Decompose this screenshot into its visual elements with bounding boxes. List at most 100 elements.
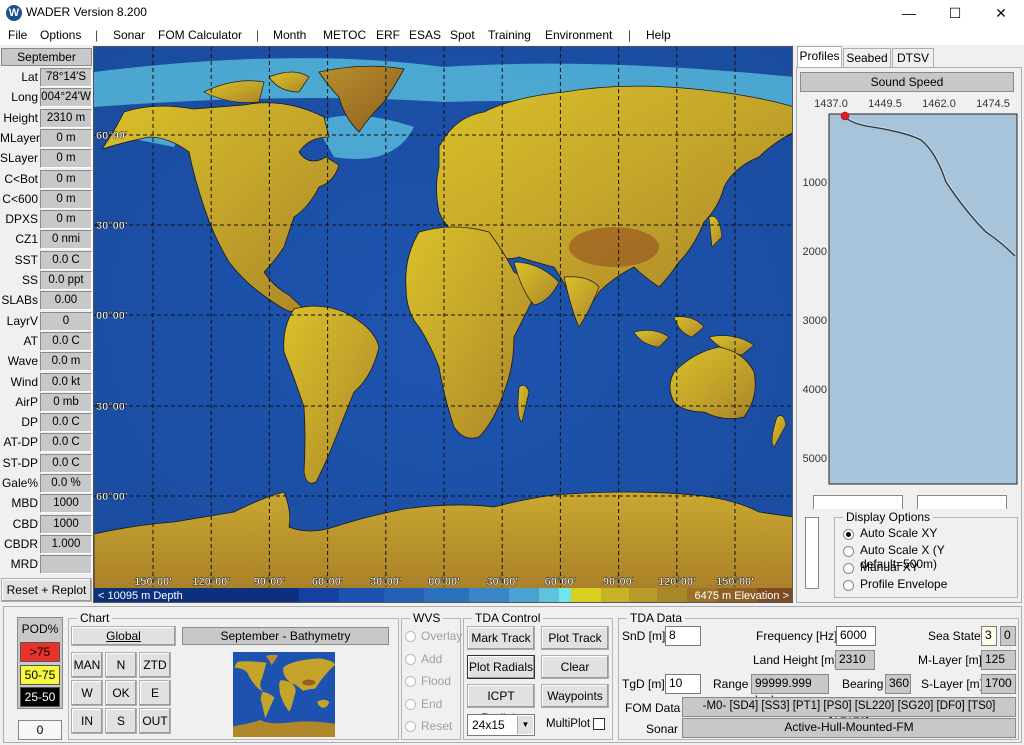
wvs-end-radio[interactable]	[405, 698, 416, 710]
sea-state-input[interactable]: 3	[981, 626, 997, 646]
menu-bar: File Options | Sonar FOM Calculator | Mo…	[0, 26, 1024, 45]
field-label: DP	[21, 415, 38, 430]
snd-input[interactable]: 8	[665, 626, 701, 646]
x-min-slider[interactable]	[813, 495, 903, 509]
north-button[interactable]: N	[105, 652, 137, 678]
menu-metoc[interactable]: METOC	[323, 28, 366, 42]
wvs-group-title: WVS	[410, 611, 444, 625]
map-canvas[interactable]: 60°00' 30°00' 00°00' 30°00' 60°00' 150°00' 12…	[94, 47, 793, 603]
west-button[interactable]: W	[71, 680, 103, 706]
elevation-legend-label: 6475 m Elevation >	[695, 590, 789, 602]
chart-group-title: Chart	[77, 611, 113, 625]
maximize-button[interactable]: ☐	[932, 0, 978, 26]
tab-profiles[interactable]: Profiles	[797, 46, 842, 68]
bathymetry-map[interactable]: 60°00' 30°00' 00°00' 30°00' 60°00' 150°00' 12…	[93, 46, 793, 603]
wvs-reset-radio[interactable]	[405, 721, 416, 732]
pod-title: POD%	[21, 622, 59, 636]
snd-label: SnD [m]	[622, 629, 666, 643]
close-button[interactable]: ✕	[978, 0, 1024, 26]
tab-dtsv[interactable]: DTSV	[892, 48, 934, 68]
longitude-labels: 150°00' 120°00' 90°00' 60°00' 30°00' 00°00' 30…	[134, 576, 754, 588]
longitude-label: 60°00'	[312, 576, 344, 588]
wvs-overlay-radio[interactable]	[405, 631, 416, 642]
wvs-add-radio[interactable]	[405, 653, 416, 665]
menu-sonar[interactable]: Sonar	[113, 28, 145, 42]
field-label: Gale%	[1, 476, 38, 490]
menu-help[interactable]: Help	[646, 28, 671, 42]
clear-button[interactable]: Clear	[541, 655, 609, 679]
profile-plot-area	[828, 113, 1018, 485]
field-label: SLayer	[0, 151, 39, 166]
field-label: CBDR	[3, 536, 38, 551]
depth-y-tick: 4000	[803, 384, 827, 396]
ok-button[interactable]: OK	[105, 680, 137, 706]
sound-speed-header: Sound Speed	[800, 72, 1014, 92]
sound-speed-x-tick: 1437.0	[814, 98, 848, 110]
mark-track-button[interactable]: Mark Track	[467, 626, 535, 650]
menu-training[interactable]: Training	[488, 28, 531, 42]
field-label: C<600	[2, 191, 38, 206]
field-label: AT-DP	[3, 435, 38, 450]
field-value: 0.0 ppt	[40, 271, 92, 290]
wvs-option-label: Add	[421, 651, 443, 666]
menu-month[interactable]: Month	[273, 28, 306, 42]
menu-fom-calculator[interactable]: FOM Calculator	[158, 28, 242, 42]
auto-scale-xy-radio[interactable]	[843, 529, 854, 540]
field-value: 0.0 C	[40, 331, 92, 351]
dropdown-arrow-icon[interactable]: ▼	[517, 716, 533, 734]
field-label: DPXS	[5, 212, 38, 227]
menu-file[interactable]: File	[8, 28, 27, 42]
profile-envelope-label: Profile Envelope	[860, 577, 948, 591]
minimize-button[interactable]: —	[886, 0, 932, 26]
global-button[interactable]: Global	[71, 626, 176, 646]
plot-radials-button[interactable]: Plot Radials	[467, 655, 535, 679]
profile-envelope-radio[interactable]	[843, 580, 854, 591]
auto-scale-x-radio[interactable]	[843, 546, 854, 557]
depth-y-tick: 5000	[803, 453, 827, 465]
field-value: 1000	[40, 514, 92, 534]
field-label: CZ1	[15, 232, 38, 247]
tgd-input[interactable]: 10	[665, 674, 701, 694]
field-label: MLayer	[0, 130, 41, 145]
field-label: Lat	[21, 70, 38, 84]
manual-xy-radio[interactable]	[843, 563, 854, 574]
y-scale-slider[interactable]	[805, 517, 819, 589]
icpt-radials-button[interactable]: ICPT Radials	[467, 684, 535, 725]
field-value: 78°14'S	[40, 68, 92, 87]
menu-erf[interactable]: ERF	[376, 28, 400, 42]
field-value: 0 m	[40, 210, 92, 230]
chart-thumbnail[interactable]	[233, 652, 335, 737]
x-max-slider[interactable]	[917, 495, 1007, 509]
title-bar: W WADER Version 8.200 — ☐ ✕	[0, 0, 1024, 26]
menu-separator: |	[256, 28, 260, 42]
man-button[interactable]: MAN	[71, 652, 103, 678]
frequency-input[interactable]: 6000	[836, 626, 876, 646]
longitude-label: 90°00'	[254, 576, 286, 588]
wvs-option-label: Overlay	[421, 629, 463, 643]
wvs-flood-radio[interactable]	[405, 676, 416, 687]
grid-size-select[interactable]: 24x15 ▼	[467, 714, 535, 736]
sea-state-label: Sea State	[928, 629, 981, 643]
bearing-label: Bearing	[842, 677, 884, 691]
menu-environment[interactable]: Environment	[545, 28, 612, 42]
multiplot-checkbox[interactable]	[593, 718, 605, 730]
east-button[interactable]: E	[139, 680, 171, 706]
plot-track-button[interactable]: Plot Track	[541, 626, 609, 650]
slayer-label: S-Layer [m]	[921, 677, 984, 691]
south-button[interactable]: S	[105, 708, 137, 734]
ztd-button[interactable]: ZTD	[139, 652, 171, 678]
wvs-option-label: Flood	[421, 674, 452, 688]
frequency-label: Frequency [Hz]	[756, 629, 838, 643]
depth-legend-label: < 10095 m Depth	[98, 590, 183, 602]
field-label: Wave	[7, 354, 38, 369]
waypoints-button[interactable]: Waypoints	[541, 684, 609, 708]
menu-options[interactable]: Options	[40, 28, 81, 42]
menu-spot[interactable]: Spot	[450, 28, 475, 42]
reset-replot-button[interactable]: Reset + Replot	[1, 578, 92, 602]
zoom-in-button[interactable]: IN	[71, 708, 103, 734]
tab-seabed[interactable]: Seabed	[843, 48, 891, 68]
display-options-title: Display Options	[843, 510, 934, 524]
field-value: 1000	[40, 494, 92, 514]
menu-esas[interactable]: ESAS	[409, 28, 441, 42]
zoom-out-button[interactable]: OUT	[139, 708, 171, 734]
